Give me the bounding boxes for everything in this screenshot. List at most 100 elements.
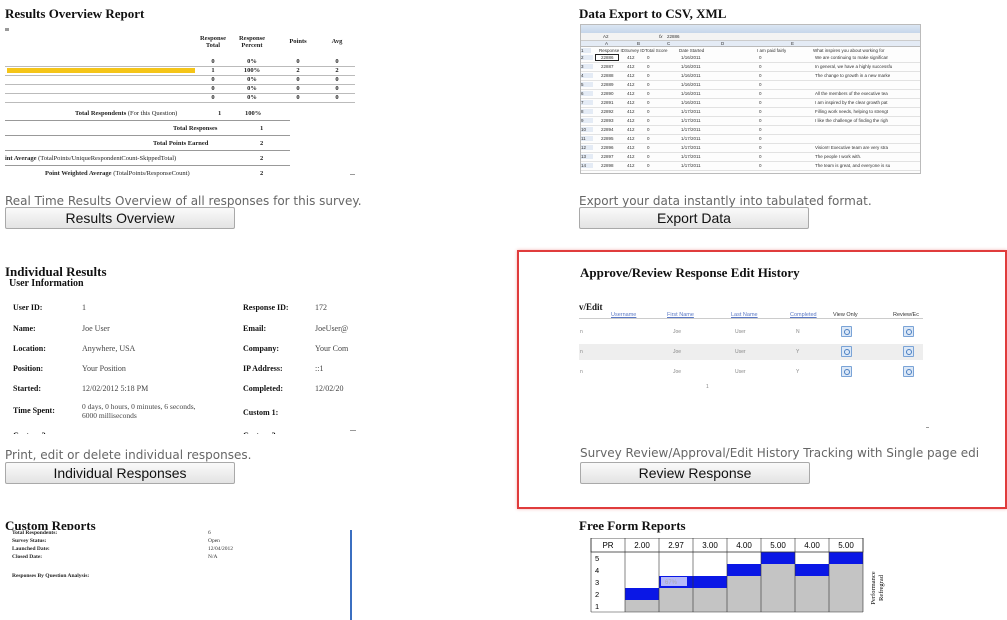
grid-cell: [693, 600, 727, 612]
field-value: Your Position: [82, 364, 126, 373]
user-information-heading: User Information: [9, 278, 84, 289]
spreadsheet-cell: 412: [627, 82, 635, 87]
individual-responses-button[interactable]: Individual Responses: [5, 462, 235, 484]
row-last-name: User: [735, 349, 746, 355]
review-edit-icon[interactable]: [903, 346, 914, 357]
field-label: Custom 3:: [243, 431, 278, 434]
row-number: 1: [581, 48, 591, 53]
review-edit-icon[interactable]: [903, 366, 914, 377]
row-number: 3: [581, 64, 593, 69]
row-number: 2: [581, 55, 593, 60]
spreadsheet-cell: 412: [627, 100, 635, 105]
spreadsheet-cell: 0: [647, 64, 650, 69]
gridline: [581, 170, 920, 171]
row-last-name: User: [735, 369, 746, 375]
column-header: What inspires you about working for: [813, 48, 885, 53]
data-export-card: Data Export to CSV, XML A2 fx 22886 A B …: [579, 6, 999, 236]
review-row: n Joe User Y: [579, 344, 923, 360]
view-only-icon[interactable]: [841, 366, 852, 377]
view-only-icon[interactable]: [841, 326, 852, 337]
spreadsheet-cell: 1/17/2011: [681, 118, 701, 123]
review-row: n Joe User Y: [579, 364, 923, 380]
review-response-button[interactable]: Review Response: [580, 462, 810, 484]
spreadsheet-cell: The change to growth in a new marke: [815, 73, 891, 78]
spreadsheet-cell: 412: [627, 118, 635, 123]
field-label: IP Address:: [243, 364, 283, 373]
free-form-card: Free Form Reports PR 2.00 2.97 3.00 4.00 5.00…: [579, 518, 999, 620]
spreadsheet-cell: 412: [627, 73, 635, 78]
total-respondents-percent: 100%: [245, 110, 262, 117]
column-last-name[interactable]: Last Name: [731, 312, 758, 318]
row-number: 11: [581, 136, 593, 141]
field-value: Joe User: [82, 324, 110, 333]
results-overview-thumbnail: Response Total Response Percent Points Avg…: [5, 28, 355, 178]
header-total-line2: Total: [205, 42, 221, 49]
row-label: 3: [595, 578, 599, 587]
row-number: 14: [581, 163, 593, 168]
results-overview-card: Results Overview Report Response Total Re…: [5, 6, 405, 236]
spreadsheet-cell: We are continuing to make significan: [815, 55, 889, 60]
response-points: 0: [296, 58, 300, 65]
spreadsheet-cell: 22890: [601, 91, 614, 96]
review-edit-icon[interactable]: [903, 326, 914, 337]
response-total: 0: [211, 85, 215, 92]
view-only-icon[interactable]: [841, 346, 852, 357]
spreadsheet-cell: 1/16/2011: [681, 82, 701, 87]
response-avg: 2: [335, 67, 339, 74]
column-username[interactable]: Username: [611, 312, 636, 318]
field-label: Location:: [13, 344, 46, 353]
grid-cell: [727, 564, 761, 576]
grid-cell: [693, 576, 727, 588]
field-value: ::1: [315, 364, 324, 373]
column-completed[interactable]: Completed: [790, 312, 817, 318]
grid-cell: [659, 588, 693, 600]
spreadsheet-cell: 412: [627, 154, 635, 159]
scroll-mark: [350, 174, 355, 175]
row-first-name: Joe: [673, 329, 682, 335]
response-total: 0: [211, 58, 215, 65]
custom-reports-card: Custom Reports Total Respondents: 6 Survey…: [5, 518, 405, 620]
corner-label: PR: [602, 541, 613, 550]
results-overview-description: Real Time Results Overview of all respon…: [5, 194, 362, 208]
page-number[interactable]: 1: [706, 384, 709, 390]
spreadsheet-cell: 412: [627, 145, 635, 150]
individual-results-thumbnail: User ID: 1 Name: Joe User Location: Anywhere,…: [5, 294, 360, 434]
spreadsheet-cell: In general, we have a highly successfu: [815, 64, 893, 69]
free-form-grid: PR 2.00 2.97 3.00 4.00 5.00 4.00 5.00 5 4 3 2 1 67% Pe…: [590, 538, 885, 613]
grid-cell: [795, 564, 829, 576]
grid-cell: [761, 576, 795, 588]
field-value: 12/02/2012 5:18 PM: [82, 384, 149, 393]
grid-cell: [829, 552, 863, 564]
report-field-value: N/A: [208, 554, 218, 560]
spreadsheet-cell: 1/16/2011: [681, 91, 701, 96]
field-label: Custom 2:: [13, 431, 48, 434]
grid-cell: [761, 600, 795, 612]
grid-cell: [727, 552, 761, 564]
grid-cell: [761, 588, 795, 600]
report-field-label: Closed Date:: [12, 554, 43, 560]
row-number: 10: [581, 127, 593, 132]
spreadsheet-cell: 22888: [601, 73, 614, 78]
export-data-button[interactable]: Export Data: [579, 207, 809, 229]
spreadsheet-cell: 0: [647, 91, 650, 96]
results-overview-button[interactable]: Results Overview: [5, 207, 235, 229]
response-percent: 0%: [247, 94, 257, 101]
response-avg: 0: [335, 58, 339, 65]
spreadsheet-cell: 0: [759, 154, 762, 159]
field-label: Response ID:: [243, 303, 289, 312]
spreadsheet-cell: 1/16/2011: [681, 55, 701, 60]
row-number: 12: [581, 145, 593, 150]
results-overview-title: Results Overview Report: [5, 6, 145, 21]
gridline: [581, 89, 920, 90]
grid-cell: [795, 588, 829, 600]
scroll-mark: [926, 427, 929, 428]
response-avg: 0: [335, 94, 339, 101]
row-number: 8: [581, 109, 593, 114]
side-label-refregrad: Refregrad: [878, 574, 885, 601]
spreadsheet-cell: 0: [759, 82, 762, 87]
column-first-name[interactable]: First Name: [667, 312, 694, 318]
spreadsheet-cell: 0: [647, 136, 650, 141]
grid-cell: [829, 600, 863, 612]
table-row: 0 0% 0 0: [5, 85, 355, 93]
spreadsheet-cell: 22889: [601, 82, 614, 87]
